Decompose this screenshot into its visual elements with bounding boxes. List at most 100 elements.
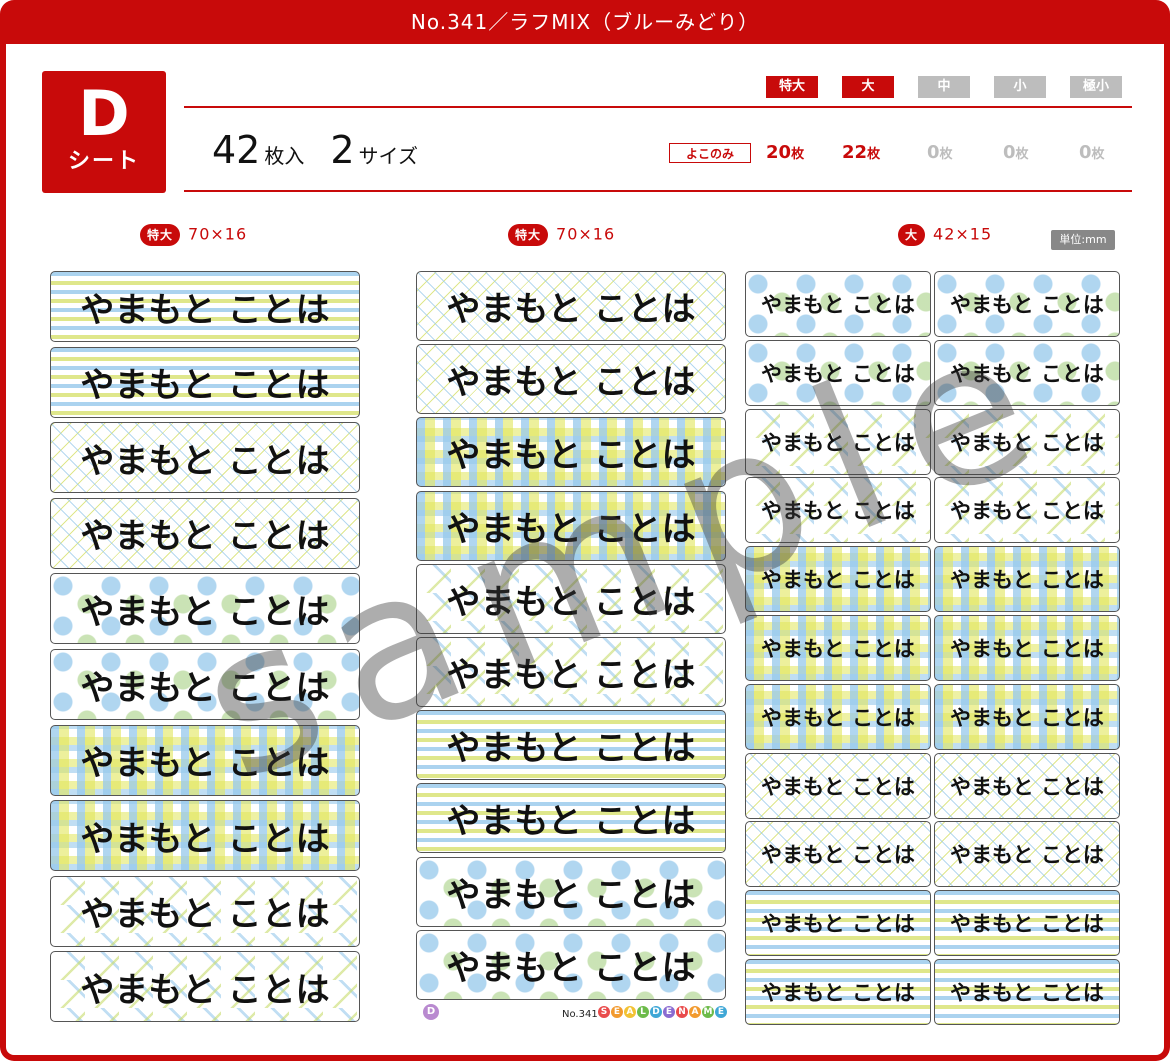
- name-label: やまもと ことは: [416, 856, 726, 927]
- name-label-text: やまもと ことは: [950, 705, 1104, 730]
- name-label-text: やまもと ことは: [950, 499, 1104, 524]
- count-l: 22枚: [842, 142, 881, 163]
- name-label: やまもと ことは: [745, 959, 931, 1025]
- name-label-text: やまもと ことは: [761, 705, 915, 730]
- column-header-2: 特大 70×16: [508, 224, 615, 246]
- name-label: やまもと ことは: [745, 546, 931, 613]
- name-label: やまもと ことは: [745, 615, 931, 681]
- horizontal-only-tag: よこのみ: [669, 143, 751, 163]
- name-label: やまもと ことは: [50, 875, 360, 947]
- size-tag-xl: 特大: [766, 76, 818, 98]
- name-label: やまもと ことは: [50, 422, 360, 494]
- size-tag-l: 大: [842, 76, 894, 98]
- name-label: やまもと ことは: [934, 339, 1120, 406]
- size-count-unit: サイズ: [358, 144, 418, 168]
- name-label: やまもと ことは: [50, 573, 360, 645]
- count-m: 0枚: [927, 142, 953, 163]
- sheet-letter: D: [78, 77, 130, 150]
- name-label: やまもと ことは: [745, 821, 931, 888]
- label-count: 42: [212, 128, 261, 172]
- name-label-text: やまもと ことは: [80, 970, 330, 1011]
- name-label-text: やまもと ことは: [446, 875, 696, 916]
- name-label: やまもと ことは: [934, 959, 1120, 1025]
- name-label: やまもと ことは: [50, 346, 360, 418]
- name-label-text: やまもと ことは: [761, 293, 915, 317]
- name-label-text: やまもと ことは: [950, 568, 1104, 593]
- name-label-text: やまもと ことは: [446, 655, 696, 696]
- name-label-text: やまもと ことは: [761, 361, 915, 386]
- logo-letter: A: [689, 1006, 701, 1018]
- name-label-text: やまもと ことは: [446, 289, 696, 330]
- name-label-text: やまもと ことは: [446, 801, 696, 842]
- name-label-text: やまもと ことは: [446, 509, 696, 550]
- name-label-text: やまもと ことは: [80, 743, 330, 784]
- column-header-1: 特大 70×16: [140, 224, 247, 246]
- name-label-text: やまもと ことは: [446, 435, 696, 476]
- name-label: やまもと ことは: [745, 477, 931, 544]
- name-label: やまもと ことは: [50, 271, 360, 342]
- name-label-text: やまもと ことは: [761, 912, 915, 937]
- logo-letter: L: [637, 1006, 649, 1018]
- name-label: やまもと ことは: [416, 344, 726, 415]
- name-label: やまもと ことは: [416, 271, 726, 341]
- name-label: やまもと ことは: [50, 800, 360, 872]
- column-header-3: 大 42×15: [898, 224, 992, 246]
- name-label: やまもと ことは: [745, 683, 931, 750]
- name-label-text: やまもと ことは: [950, 430, 1104, 455]
- name-label-text: やまもと ことは: [761, 568, 915, 593]
- name-label: やまもと ことは: [50, 951, 360, 1023]
- name-label: やまもと ことは: [416, 490, 726, 561]
- name-label-text: やまもと ことは: [761, 981, 915, 1005]
- name-label-text: やまもと ことは: [761, 430, 915, 455]
- brand-logo: SEALDENAME: [598, 1006, 728, 1018]
- name-label-text: やまもと ことは: [80, 819, 330, 860]
- name-label: やまもと ことは: [416, 637, 726, 707]
- name-label-text: やまもと ことは: [950, 912, 1104, 937]
- divider-top: [184, 106, 1132, 108]
- logo-letter: E: [663, 1006, 675, 1018]
- name-label-text: やまもと ことは: [80, 290, 330, 330]
- name-label-text: やまもと ことは: [950, 637, 1104, 661]
- size-tag-xs: 極小: [1070, 76, 1122, 98]
- size-tag-s: 小: [994, 76, 1046, 98]
- divider-bottom: [184, 190, 1132, 192]
- logo-letter: N: [676, 1006, 688, 1018]
- unit-note: 単位:mm: [1051, 230, 1115, 250]
- name-label: やまもと ことは: [745, 271, 931, 337]
- name-label-text: やまもと ことは: [950, 843, 1104, 868]
- name-label-text: やまもと ことは: [446, 948, 696, 989]
- name-label: やまもと ことは: [934, 271, 1120, 337]
- size-count: 2: [330, 128, 355, 172]
- name-label-text: やまもと ことは: [950, 361, 1104, 386]
- name-label: やまもと ことは: [50, 497, 360, 569]
- footer-sheet-badge: D: [423, 1004, 439, 1020]
- sheet-summary: 42 枚入 2 サイズ: [212, 128, 444, 172]
- name-label-text: やまもと ことは: [80, 441, 330, 482]
- name-label-text: やまもと ことは: [80, 894, 330, 935]
- label-count-unit: 枚入: [264, 144, 305, 168]
- logo-letter: A: [624, 1006, 636, 1018]
- name-label: やまもと ことは: [745, 408, 931, 475]
- count-xs: 0枚: [1079, 142, 1105, 163]
- name-label-text: やまもと ことは: [446, 582, 696, 623]
- name-label-text: やまもと ことは: [80, 668, 330, 708]
- name-label: やまもと ことは: [934, 408, 1120, 475]
- name-label: やまもと ことは: [934, 546, 1120, 613]
- sheet-word: シート: [67, 149, 140, 174]
- name-label: やまもと ことは: [934, 615, 1120, 681]
- name-label: やまもと ことは: [934, 821, 1120, 888]
- name-label-text: やまもと ことは: [761, 774, 915, 799]
- name-label: やまもと ことは: [50, 649, 360, 720]
- count-xl: 20枚: [766, 142, 805, 163]
- name-label-text: やまもと ことは: [950, 293, 1104, 317]
- page-title: No.341／ラフMIX（ブルーみどり）: [410, 10, 760, 34]
- name-label-text: やまもと ことは: [761, 843, 915, 868]
- name-label: やまもと ことは: [416, 710, 726, 781]
- name-label: やまもと ことは: [416, 563, 726, 634]
- name-label: やまもと ことは: [934, 683, 1120, 750]
- name-label-text: やまもと ことは: [950, 981, 1104, 1005]
- name-label: やまもと ことは: [745, 890, 931, 957]
- name-label: やまもと ことは: [745, 339, 931, 406]
- name-label-text: やまもと ことは: [950, 774, 1104, 799]
- name-label-text: やまもと ことは: [80, 365, 330, 406]
